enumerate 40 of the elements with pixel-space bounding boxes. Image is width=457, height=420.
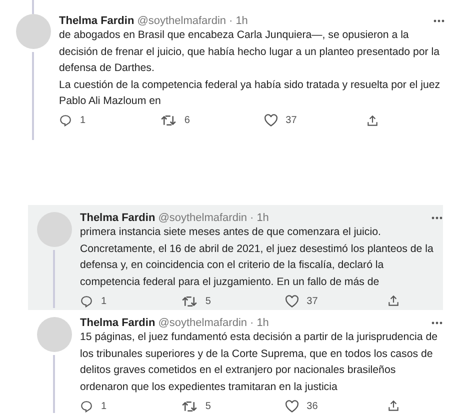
count: 1 xyxy=(101,400,107,412)
timestamp[interactable]: 1h xyxy=(256,317,269,329)
more-icon[interactable] xyxy=(431,216,443,220)
separator-dot: · xyxy=(250,317,254,329)
author-handle[interactable]: @soythelmafardin xyxy=(158,317,248,329)
share-icon[interactable] xyxy=(386,294,400,308)
share-icon[interactable] xyxy=(366,114,379,128)
tweet-text: de abogados en Brasil que encabeza Carla Junquiera—, se opusieron a la decisión de frenar el juicio, que había hecho lugar a un planteo presentado por la defensa de Darthes. xyxy=(59,28,440,76)
count: 5 xyxy=(205,400,211,412)
tweet-text: La cuestión de la competencia federal ya había sido tratada y resuelta por el juez Pablo Ali Mazloum en xyxy=(59,78,442,109)
count: 36 xyxy=(306,400,318,412)
tweet-text: 15 páginas, el juez fundamentó esta decisión a partir de la jurisprudencia de los tribunales superiores y de la Corte Suprema, que en todos los casos de delitos graves cometidos en el extranjero por nacionales brasileños ordenaron que los expedientes tramitaran en la justicia xyxy=(80,330,438,394)
author-name[interactable]: Thelma Fardin xyxy=(80,212,156,224)
reply-icon[interactable] xyxy=(80,294,93,308)
tweet-text: primera instancia siete meses antes de que comenzara el juicio. Concretamente, el 16 de abril de 2021, el juez desestimó los planteos de la defensa y, en coincidencia con el criterio de la fiscalía, declaró la competencia federal para el juzgamiento. En un fallo de más de xyxy=(80,225,434,290)
heart-icon[interactable] xyxy=(284,400,299,412)
more-icon[interactable] xyxy=(431,321,443,325)
reply-icon[interactable] xyxy=(80,400,93,412)
count: 37 xyxy=(306,296,318,306)
count: 37 xyxy=(286,115,297,126)
heart-icon[interactable] xyxy=(264,114,278,127)
separator-dot: · xyxy=(229,15,233,27)
count: 1 xyxy=(80,115,86,126)
separator-dot: · xyxy=(250,212,254,224)
heart-icon[interactable] xyxy=(284,294,299,308)
author-handle[interactable]: @soythelmafardin xyxy=(137,15,226,27)
reply-icon[interactable] xyxy=(59,114,72,127)
more-icon[interactable] xyxy=(433,19,445,23)
author-name[interactable]: Thelma Fardin xyxy=(59,15,134,27)
retweet-icon[interactable] xyxy=(182,400,198,412)
count: 1 xyxy=(101,296,107,306)
share-icon[interactable] xyxy=(386,399,400,413)
retweet-icon[interactable] xyxy=(161,114,176,127)
count: 6 xyxy=(184,115,190,126)
count: 5 xyxy=(205,296,211,306)
timestamp[interactable]: 1h xyxy=(236,15,248,27)
timestamp[interactable]: 1h xyxy=(256,212,269,224)
retweet-icon[interactable] xyxy=(182,294,198,308)
author-handle[interactable]: @soythelmafardin xyxy=(158,212,248,224)
author-name[interactable]: Thelma Fardin xyxy=(80,317,156,329)
